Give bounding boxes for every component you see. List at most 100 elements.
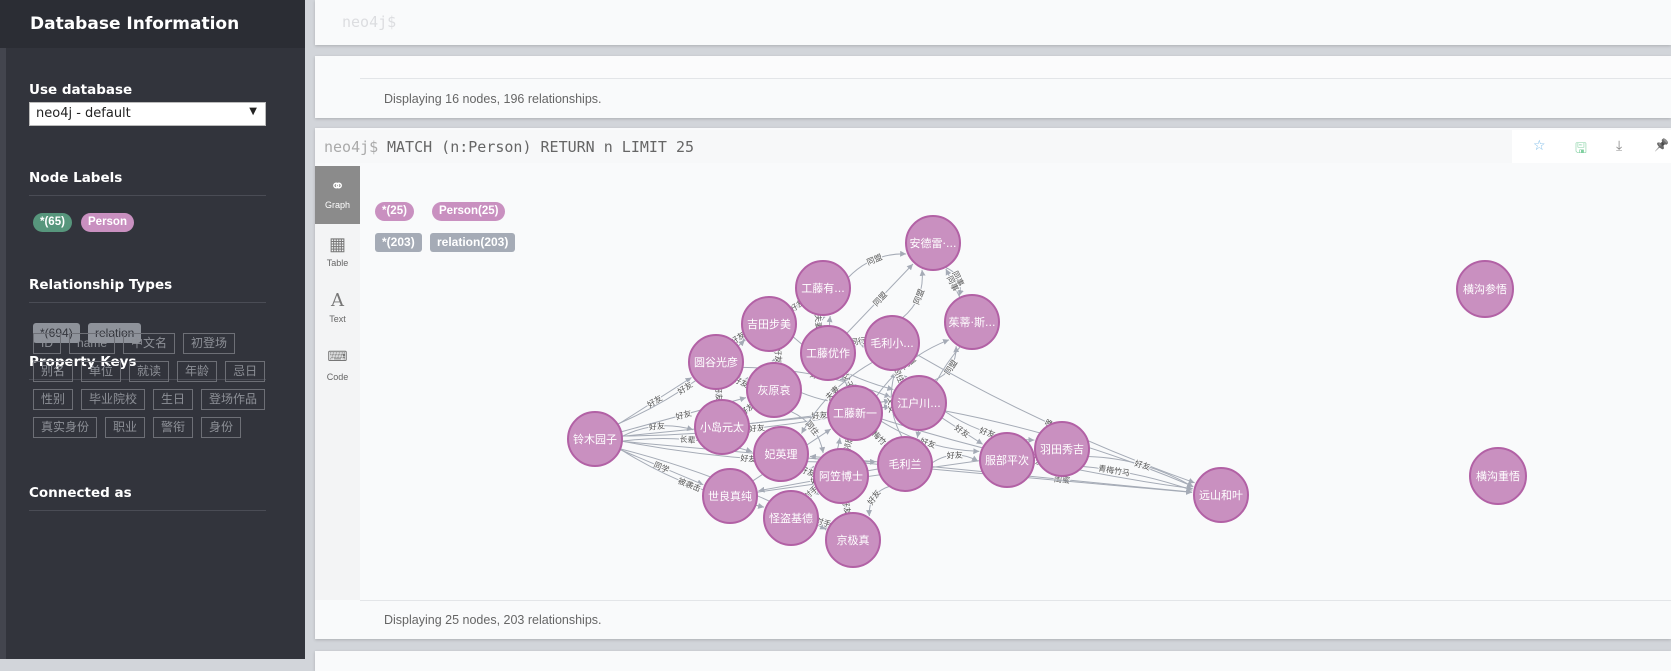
text-icon: A bbox=[331, 290, 344, 311]
frame-previous-result: Displaying 16 nodes, 196 relationships. bbox=[315, 56, 1671, 118]
node-caption: 服部平次 bbox=[985, 453, 1029, 467]
graph-node[interactable]: 茱蒂·斯... bbox=[944, 294, 1000, 350]
graph-node[interactable]: 京极真 bbox=[825, 512, 881, 568]
node-caption: 铃木园子 bbox=[573, 432, 617, 446]
sidebar-edge bbox=[0, 48, 6, 659]
tab-text[interactable]: A Text bbox=[315, 280, 360, 338]
tab-label: Table bbox=[326, 258, 349, 268]
divider bbox=[360, 600, 1671, 601]
node-caption: 工藤有... bbox=[801, 281, 845, 295]
relationship-label: 被袭击 bbox=[676, 475, 702, 493]
save-icon[interactable]: 🖫 bbox=[1575, 138, 1587, 162]
query-text: MATCH (n:Person) RETURN n LIMIT 25 bbox=[387, 138, 695, 156]
graph-node[interactable]: 横沟参悟 bbox=[1456, 260, 1514, 318]
relationship-types-heading: Relationship Types bbox=[29, 277, 266, 303]
graph-node[interactable]: 羽田秀吉 bbox=[1034, 421, 1090, 477]
node-label-person[interactable]: Person bbox=[81, 213, 134, 232]
frame-toolbar: ☆ 🖫 ⤓ 📌 bbox=[1512, 130, 1671, 163]
graph-node[interactable]: 圆谷光彦 bbox=[688, 334, 744, 390]
result-area bbox=[360, 56, 1671, 79]
tab-label: Code bbox=[326, 372, 349, 382]
graph-node[interactable]: 世良真纯 bbox=[702, 468, 758, 524]
property-key[interactable]: 真实身份 bbox=[33, 417, 98, 438]
query-editor[interactable]: neo4j$ MATCH (n:Person) RETURN n LIMIT 2… bbox=[315, 130, 1512, 163]
graph-view[interactable]: *(25) Person(25) *(203) relation(203) 同盟… bbox=[360, 166, 1671, 600]
node-caption: 吉田步美 bbox=[747, 318, 791, 331]
graph-node[interactable]: 远山和叶 bbox=[1193, 467, 1249, 523]
property-key[interactable]: 登场作品 bbox=[201, 389, 266, 410]
graph-node[interactable]: 灰原哀 bbox=[746, 362, 802, 418]
property-key[interactable]: ID bbox=[33, 333, 61, 354]
code-icon: ⌨ bbox=[327, 348, 348, 364]
property-key[interactable]: 中文名 bbox=[123, 333, 176, 354]
sidebar-title: Database Information bbox=[30, 14, 240, 34]
graph-node[interactable]: 工藤新一 bbox=[827, 385, 883, 441]
graph-node[interactable]: 安德雷·... bbox=[905, 215, 961, 271]
node-caption: 羽田秀吉 bbox=[1040, 443, 1084, 456]
view-tabs: ⚭ Graph ▦ Table A Text ⌨ Code bbox=[315, 166, 360, 600]
node-caption: 毛利兰 bbox=[889, 458, 922, 471]
property-key[interactable]: 生日 bbox=[153, 389, 194, 410]
table-icon: ▦ bbox=[328, 234, 346, 254]
download-icon[interactable]: ⤓ bbox=[1616, 138, 1622, 154]
graph-node[interactable]: 服部平次 bbox=[979, 432, 1035, 488]
property-key[interactable]: 职业 bbox=[105, 417, 146, 438]
property-key[interactable]: 毕业院校 bbox=[81, 389, 146, 410]
node-caption: 灰原哀 bbox=[758, 383, 791, 397]
property-key[interactable]: 警衔 bbox=[153, 417, 194, 438]
frame-next bbox=[315, 651, 1671, 671]
favorite-star-icon[interactable]: ☆ bbox=[1533, 138, 1546, 154]
graph-node[interactable]: 江户川... bbox=[891, 375, 947, 431]
node-caption: 安德雷·... bbox=[910, 236, 957, 250]
graph-node[interactable]: 工藤优作 bbox=[800, 325, 856, 381]
property-key[interactable]: 别名 bbox=[33, 361, 74, 382]
database-select-value: neo4j - default bbox=[36, 106, 131, 121]
sidebar: Database Information Use database neo4j … bbox=[0, 0, 305, 659]
property-key[interactable]: 单位 bbox=[81, 361, 122, 382]
property-key[interactable]: 初登场 bbox=[183, 333, 236, 354]
graph-node[interactable]: 毛利兰 bbox=[877, 436, 933, 492]
property-key[interactable]: 身份 bbox=[201, 417, 242, 438]
graph-node[interactable]: 工藤有... bbox=[795, 260, 851, 316]
node-caption: 江户川... bbox=[897, 396, 941, 410]
connected-as-heading: Connected as bbox=[29, 485, 266, 511]
property-key[interactable]: 就读 bbox=[129, 361, 170, 382]
query-prompt: neo4j$ bbox=[324, 138, 379, 156]
tab-table[interactable]: ▦ Table bbox=[315, 224, 360, 282]
relationship-label: 好友 bbox=[1133, 458, 1151, 472]
database-select[interactable]: neo4j - default ▼ bbox=[29, 102, 266, 126]
graph-canvas[interactable]: 同盟同盟同盟同事同事同盟同盟好友好友好友好友好友长辈同学被袭击恋人好友好友好友好… bbox=[360, 166, 1671, 600]
property-key[interactable]: 忌日 bbox=[225, 361, 266, 382]
property-key[interactable]: name bbox=[69, 333, 116, 354]
node-caption: 横沟参悟 bbox=[1463, 282, 1507, 296]
graph-node[interactable]: 毛利小... bbox=[864, 315, 920, 371]
relationship-label: 青梅竹马 bbox=[1098, 463, 1131, 478]
property-key[interactable]: 年龄 bbox=[177, 361, 218, 382]
property-key[interactable]: 性别 bbox=[33, 389, 74, 410]
graph-node[interactable]: 怪盗基德 bbox=[763, 490, 819, 546]
graph-node[interactable]: 小岛元太 bbox=[694, 399, 750, 455]
pin-icon[interactable]: 📌 bbox=[1654, 138, 1669, 152]
node-caption: 毛利小... bbox=[870, 337, 914, 350]
node-caption: 工藤新一 bbox=[833, 406, 877, 420]
relationship-label: 长辈 bbox=[679, 434, 696, 445]
node-caption: 横沟重悟 bbox=[1476, 469, 1520, 483]
graph-node[interactable]: 铃木园子 bbox=[567, 411, 623, 467]
node-caption: 阿笠博士 bbox=[819, 469, 863, 483]
node-caption: 工藤优作 bbox=[806, 347, 850, 360]
node-caption: 圆谷光彦 bbox=[694, 355, 738, 369]
node-label-all[interactable]: *(65) bbox=[33, 213, 72, 232]
sidebar-header: Database Information bbox=[0, 0, 305, 48]
graph-node[interactable]: 妃英理 bbox=[753, 426, 809, 482]
tab-label: Text bbox=[329, 314, 346, 324]
editor-prompt[interactable]: neo4j$ bbox=[342, 13, 396, 31]
tab-graph[interactable]: ⚭ Graph bbox=[315, 166, 360, 224]
graph-node[interactable]: 横沟重悟 bbox=[1469, 447, 1527, 505]
node-caption: 妃英理 bbox=[765, 447, 798, 461]
relationship-label: 同盟 bbox=[912, 288, 926, 306]
graph-node[interactable]: 吉田步美 bbox=[741, 296, 797, 352]
relationship-label: 好友 bbox=[674, 408, 692, 422]
tab-code[interactable]: ⌨ Code bbox=[315, 338, 360, 396]
graph-node[interactable]: 阿笠博士 bbox=[813, 448, 869, 504]
caret-down-icon: ▼ bbox=[249, 106, 257, 117]
